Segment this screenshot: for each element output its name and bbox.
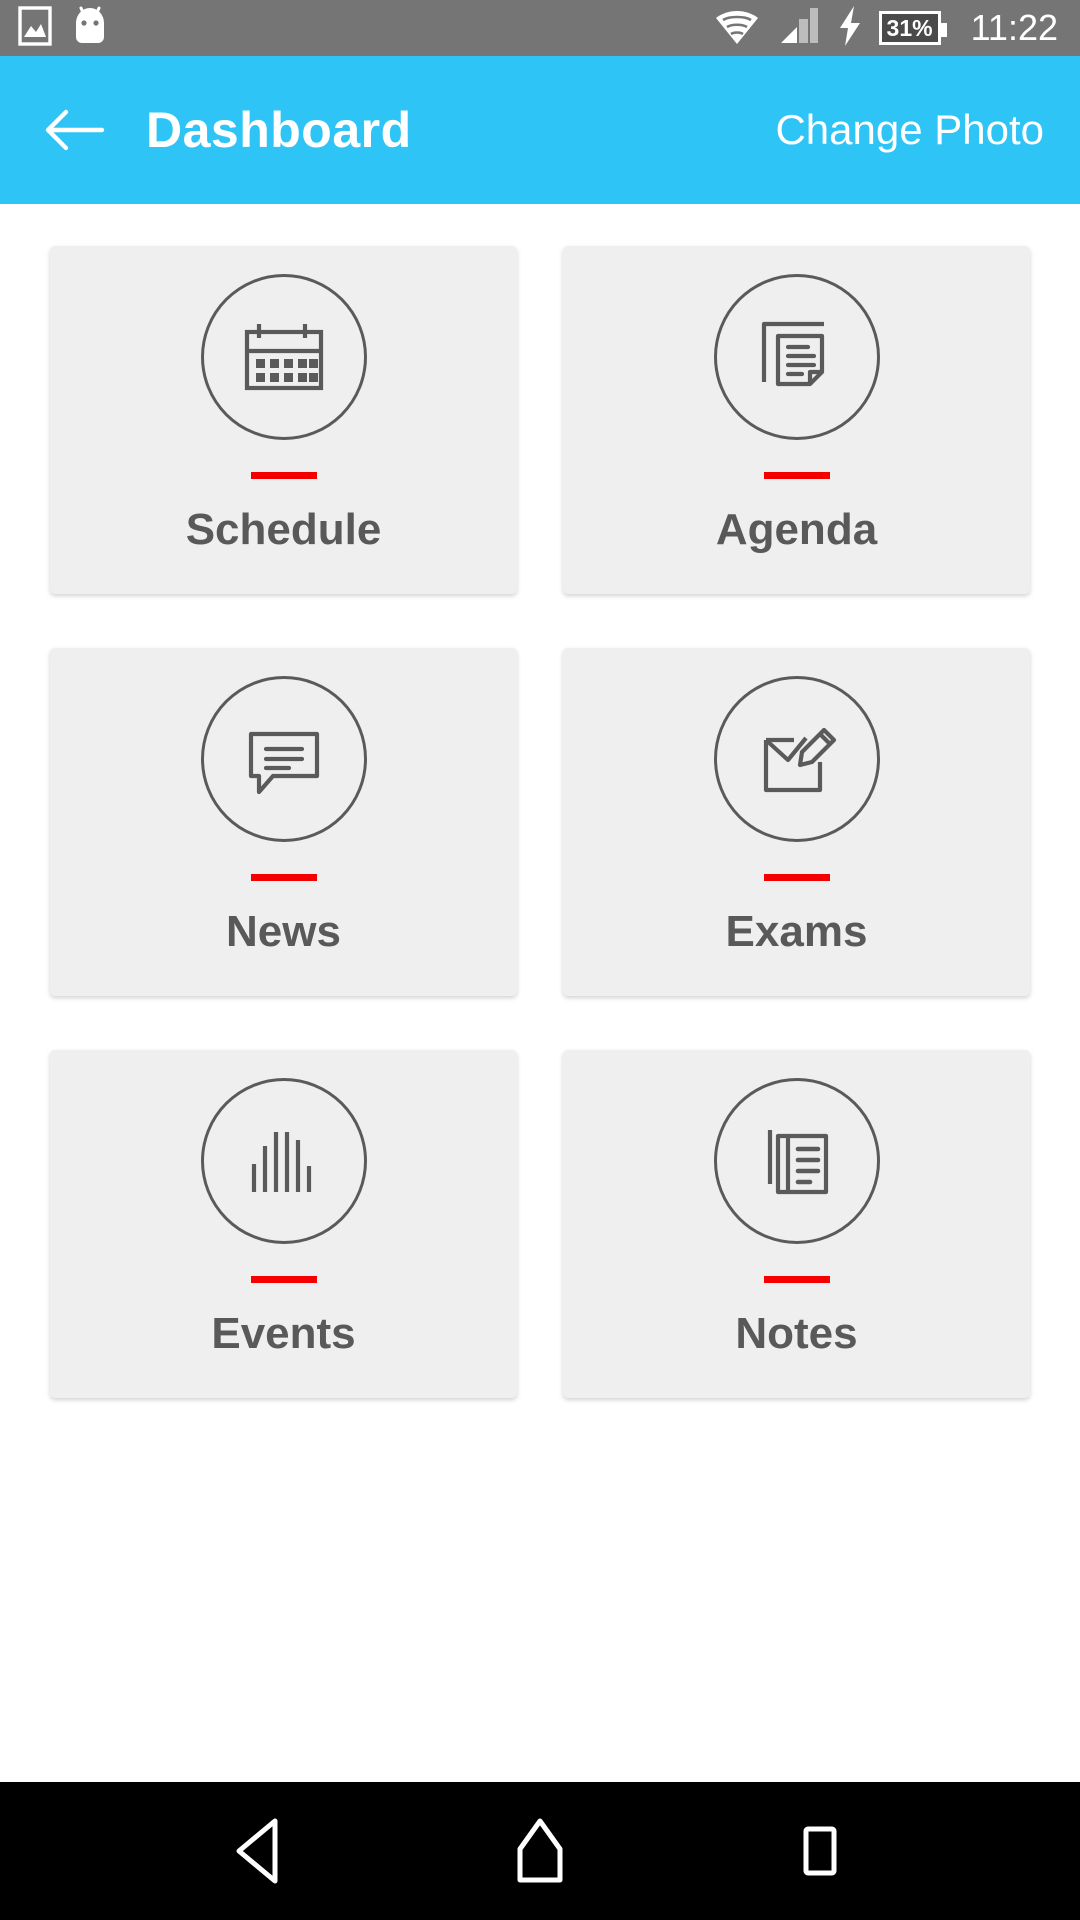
tile-rule	[763, 874, 830, 881]
tile-label-exams: Exams	[725, 907, 868, 956]
status-bar-right-icons: 31% 11:22	[713, 5, 1058, 52]
status-bar-left-icons	[18, 5, 110, 52]
battery-percent-label: 31%	[886, 14, 933, 41]
tile-label-schedule: Schedule	[185, 505, 382, 554]
notepad-icon-circle	[713, 1078, 880, 1244]
tile-agenda[interactable]: Agenda	[563, 246, 1030, 594]
speech-bubble-icon-circle	[200, 676, 367, 842]
change-photo-button[interactable]: Change Photo	[775, 106, 1050, 154]
nav-back-button[interactable]	[205, 1796, 315, 1906]
tile-news[interactable]: News	[50, 648, 517, 996]
page-title: Dashboard	[146, 102, 412, 158]
status-bar-clock: 11:22	[970, 7, 1058, 48]
nav-recents-button[interactable]	[765, 1796, 875, 1906]
tile-events[interactable]: Events	[50, 1050, 517, 1398]
tile-label-news: News	[226, 907, 341, 956]
back-button[interactable]	[40, 95, 110, 165]
tile-notes[interactable]: Notes	[563, 1050, 1030, 1398]
speech-bubble-icon	[248, 731, 319, 795]
tile-rule	[763, 472, 830, 479]
notepad-icon	[767, 1130, 828, 1195]
bar-chart-icon-circle	[200, 1078, 367, 1244]
tile-rule	[250, 472, 317, 479]
image-icon	[18, 5, 52, 51]
dashboard-tile-grid: Schedule Agenda News Exams Events Notes	[50, 246, 1030, 1398]
tile-rule	[763, 1276, 830, 1283]
calendar-icon-circle	[200, 274, 367, 440]
nav-home-button[interactable]	[485, 1796, 595, 1906]
android-navigation-bar	[0, 1782, 1080, 1920]
documents-icon-circle	[713, 274, 880, 440]
battery-icon: 31%	[878, 11, 947, 45]
tile-schedule[interactable]: Schedule	[50, 246, 517, 594]
dashboard-content: Schedule Agenda News Exams Events Notes	[0, 204, 1080, 1782]
bar-chart-icon	[251, 1132, 311, 1192]
tile-label-notes: Notes	[735, 1309, 858, 1358]
charging-bolt-icon	[837, 5, 863, 52]
tile-label-agenda: Agenda	[715, 505, 878, 554]
status-bar: 31% 11:22	[0, 0, 1080, 56]
tile-rule	[250, 1276, 317, 1283]
calendar-icon	[244, 324, 323, 391]
documents-icon	[761, 321, 824, 387]
document-pencil-icon-circle	[713, 676, 880, 842]
wifi-icon	[713, 5, 761, 52]
battery-body: 31%	[878, 11, 947, 45]
tile-label-events: Events	[211, 1309, 356, 1358]
cellular-signal-icon	[777, 5, 821, 52]
document-pencil-icon	[763, 727, 836, 793]
android-bugdroid-icon	[70, 5, 110, 52]
tile-rule	[250, 874, 317, 881]
tile-exams[interactable]: Exams	[563, 648, 1030, 996]
app-bar: Dashboard Change Photo	[0, 56, 1080, 204]
